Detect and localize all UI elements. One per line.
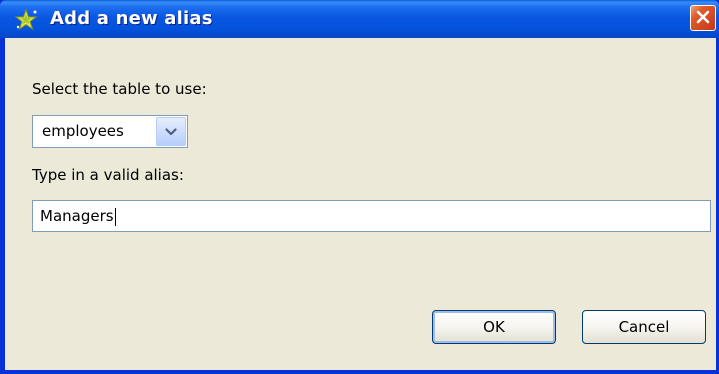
ok-button[interactable]: OK xyxy=(432,310,556,344)
chevron-down-icon xyxy=(165,122,177,141)
dialog-body: Select the table to use: employees Type … xyxy=(4,38,716,370)
table-select-value: employees xyxy=(42,122,124,140)
sparkle-star-icon xyxy=(14,8,40,32)
table-select-dropdown-button[interactable] xyxy=(156,117,186,146)
text-caret xyxy=(114,207,116,226)
close-x-icon xyxy=(696,9,710,28)
alias-input-value: Managers xyxy=(40,207,114,225)
add-alias-dialog: Add a new alias Select the table to use:… xyxy=(0,0,719,374)
dialog-title: Add a new alias xyxy=(50,8,213,29)
cancel-button-label: Cancel xyxy=(618,318,670,336)
table-select-label: Select the table to use: xyxy=(32,80,207,98)
table-select[interactable]: employees xyxy=(32,115,188,148)
alias-input[interactable]: Managers xyxy=(32,200,711,232)
alias-input-text: Managers xyxy=(40,201,116,231)
alias-input-label: Type in a valid alias: xyxy=(32,166,184,184)
close-button[interactable] xyxy=(690,5,716,31)
title-bar[interactable]: Add a new alias xyxy=(0,0,719,38)
ok-button-label: OK xyxy=(483,318,505,336)
cancel-button[interactable]: Cancel xyxy=(582,310,706,344)
